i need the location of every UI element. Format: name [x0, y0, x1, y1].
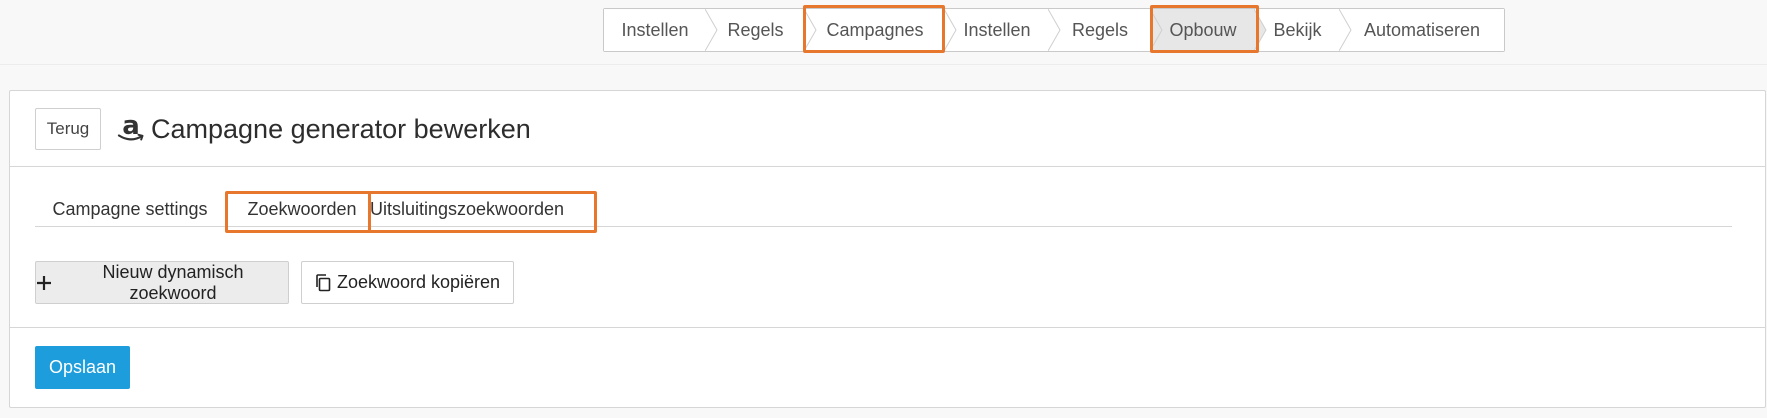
step-label: Regels	[1071, 19, 1129, 40]
step-label: Regels	[727, 19, 784, 40]
chevron-separator-icon	[1339, 9, 1352, 51]
plus-icon	[36, 275, 52, 291]
footer-divider	[10, 327, 1765, 328]
tab-bar: Campagne settings Zoekwoorden Uitsluitin…	[35, 191, 1732, 227]
tab-zoekwoorden[interactable]: Zoekwoorden	[235, 191, 369, 227]
panel-header: Terug a Campagne generator bewerken	[10, 91, 1765, 167]
step-instellen-1[interactable]: Instellen	[604, 9, 718, 51]
step-regels-2[interactable]: Regels	[1049, 9, 1163, 51]
page-title: Campagne generator bewerken	[151, 114, 531, 144]
chevron-separator-icon	[1254, 9, 1267, 51]
step-automatiseren[interactable]: Automatiseren	[1340, 9, 1504, 51]
highlight-divider	[368, 194, 371, 230]
tab-campagne-settings[interactable]: Campagne settings	[35, 191, 225, 227]
copy-keyword-label: Zoekwoord kopiëren	[336, 272, 501, 292]
chevron-separator-icon	[1150, 9, 1163, 51]
step-bekijk[interactable]: Bekijk	[1255, 9, 1352, 51]
step-campagnes[interactable]: Campagnes	[805, 9, 957, 51]
svg-text:a: a	[122, 114, 140, 141]
tab-uitsluitingszoekwoorden[interactable]: Uitsluitingszoekwoorden	[370, 191, 564, 227]
chevron-separator-icon	[705, 9, 718, 51]
step-label: Instellen	[621, 19, 689, 40]
step-label: Campagnes	[826, 19, 924, 40]
amazon-icon: a	[116, 111, 146, 144]
step-navigation: Instellen Regels Campagnes Instellen Reg…	[603, 8, 1505, 52]
step-label: Instellen	[963, 19, 1031, 40]
top-divider	[0, 64, 1767, 65]
copy-keyword-button[interactable]: Zoekwoord kopiëren	[301, 261, 514, 304]
campaign-generator-panel: Terug a Campagne generator bewerken Camp…	[9, 90, 1766, 408]
step-regels-1[interactable]: Regels	[706, 9, 817, 51]
new-dynamic-keyword-label: Nieuw dynamisch zoekwoord	[102, 261, 244, 303]
tab-label: Uitsluitingszoekwoorden	[369, 198, 565, 219]
step-label: Automatiseren	[1363, 19, 1481, 40]
back-button[interactable]: Terug	[35, 108, 101, 150]
step-label: Bekijk	[1273, 19, 1322, 40]
step-opbouw[interactable]: Opbouw	[1151, 9, 1267, 51]
tab-label: Zoekwoorden	[247, 198, 357, 219]
tab-label: Campagne settings	[52, 198, 208, 219]
step-label: Opbouw	[1169, 19, 1237, 40]
new-dynamic-keyword-button[interactable]: Nieuw dynamisch zoekwoord	[35, 261, 289, 304]
copy-icon	[315, 273, 331, 292]
chevron-separator-icon	[804, 9, 817, 51]
chevron-separator-icon	[944, 9, 957, 51]
chevron-separator-icon	[1048, 9, 1061, 51]
step-instellen-2[interactable]: Instellen	[945, 9, 1061, 51]
save-button[interactable]: Opslaan	[35, 346, 130, 389]
